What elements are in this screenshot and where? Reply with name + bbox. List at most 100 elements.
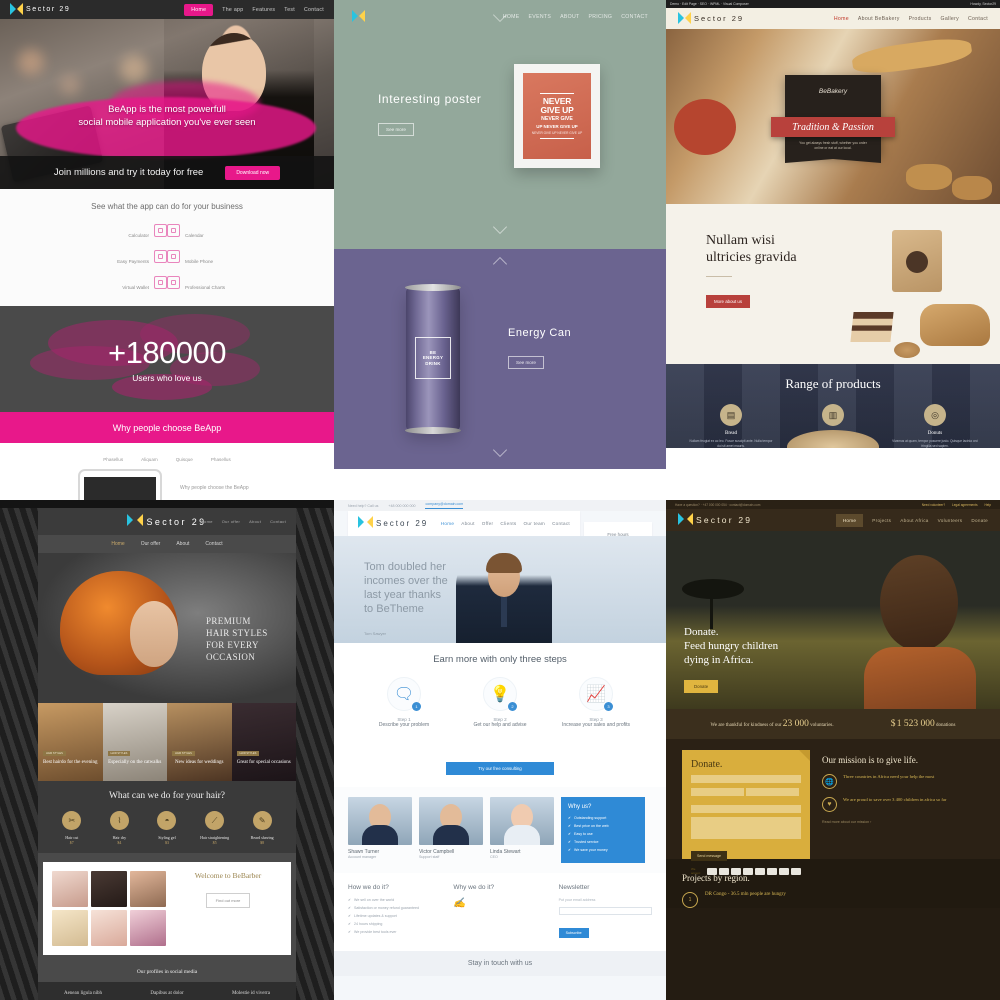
social-bar[interactable]: Our profiles in social media bbox=[38, 962, 296, 982]
nav-item-volunteers[interactable]: Volunteers bbox=[938, 518, 963, 523]
service-hair-dry[interactable]: ⌇ Hair dry $4 bbox=[96, 811, 144, 845]
nav-item-our-team[interactable]: Our team bbox=[524, 521, 546, 526]
more-about-us-button[interactable]: More about us bbox=[706, 295, 751, 308]
chevron-up-icon[interactable] bbox=[492, 256, 508, 272]
bowtie-logo-icon[interactable]: Sector 29 bbox=[10, 3, 70, 16]
see-more-button[interactable]: See more bbox=[378, 123, 414, 136]
nav-item-contact[interactable]: Contact bbox=[552, 521, 570, 526]
nav-item-clients[interactable]: Clients bbox=[500, 521, 516, 526]
feature-mobile-phone[interactable]: Mobile Phone bbox=[167, 250, 319, 268]
tab-phasellus-2[interactable]: Phasellus bbox=[211, 457, 231, 462]
feature-label: Professional Charts bbox=[185, 285, 226, 290]
product-bread[interactable]: ▤ Bread Nullam feugiat ex ac leo. Fusce … bbox=[687, 404, 775, 448]
subscribe-button[interactable]: Subscribe bbox=[558, 928, 589, 938]
nav-item-gallery[interactable]: Gallery bbox=[940, 16, 959, 22]
donate-field-amount[interactable] bbox=[691, 805, 801, 813]
nav-item-contact[interactable]: Contact bbox=[205, 541, 222, 547]
tab-aliquam[interactable]: Aliquam bbox=[141, 457, 158, 462]
bowtie-logo-icon[interactable]: Sector 29 bbox=[358, 516, 428, 531]
gallery-item-1[interactable]: HAIR STYLES Best hairdo for the evening bbox=[38, 703, 103, 781]
nav-item-contact[interactable]: CONTACT bbox=[621, 14, 648, 20]
nav-item-home[interactable]: Home bbox=[835, 513, 864, 527]
feature-virtual-wallet[interactable]: Virtual Wallet bbox=[15, 276, 167, 294]
nav-item-events[interactable]: EVENTS bbox=[529, 14, 552, 20]
tab-quisque[interactable]: Quisque bbox=[176, 457, 193, 462]
donate-field-firstname[interactable] bbox=[691, 788, 744, 796]
donate-button[interactable]: Donate bbox=[684, 680, 719, 693]
bowtie-logo-icon[interactable]: Sector 29 bbox=[678, 512, 752, 528]
template-card-beposter[interactable]: HOME EVENTS ABOUT PRICING CONTACT Intere… bbox=[334, 0, 666, 500]
template-card-beapp[interactable]: Sector 29 Home The app Features Test Con… bbox=[0, 0, 334, 500]
nav-item-contact[interactable]: Contact bbox=[968, 16, 988, 22]
nav-item-test[interactable]: Test bbox=[284, 7, 295, 13]
link-legal-agreements[interactable]: Legal agreements bbox=[952, 503, 978, 507]
team-member-3[interactable]: Linda Stewart CEO bbox=[490, 797, 554, 863]
feature-professional-charts[interactable]: Professional Charts bbox=[167, 276, 319, 294]
service-hair-straightening[interactable]: ⟋ Hair straightening $5 bbox=[191, 811, 239, 845]
mission-read-more-link[interactable]: Read more about our mission › bbox=[822, 820, 986, 824]
nav-item-about[interactable]: ABOUT bbox=[560, 14, 579, 20]
free-consulting-button[interactable]: Try our free consulting bbox=[446, 762, 554, 775]
nav-item-home[interactable]: Home bbox=[834, 16, 849, 22]
nav-item-our-offer[interactable]: Our offer bbox=[141, 541, 161, 547]
step-2[interactable]: 💡 2 Step 2 Get our help and advise bbox=[460, 677, 540, 750]
nav-item-donate[interactable]: Donate bbox=[971, 518, 988, 523]
nav-item-projects[interactable]: Projects bbox=[872, 518, 891, 523]
service-hair-cut[interactable]: ✂ Hair cut $7 bbox=[48, 811, 96, 845]
feature-calculator[interactable]: Calculator bbox=[15, 224, 167, 242]
utility-phone[interactable]: +48 000 000 000 bbox=[388, 504, 415, 508]
template-card-betheme-business[interactable]: Need help? Call us +48 000 000 000 compa… bbox=[334, 500, 666, 1000]
donate-field-lastname[interactable] bbox=[745, 788, 799, 796]
nav-item-about[interactable]: About bbox=[461, 521, 475, 526]
nav-item-offer[interactable]: Offer bbox=[482, 521, 494, 526]
service-beard-shaving[interactable]: ✎ Beard shaving $8 bbox=[238, 811, 286, 845]
template-card-becharity[interactable]: Have a question? · +47 000 000 054 · con… bbox=[666, 500, 1000, 1000]
gallery-item-4[interactable]: HAIR STYLES Great for special occasions bbox=[231, 703, 296, 781]
project-item-1[interactable]: 1 DR Congo - 36.5 mln people are hungry bbox=[682, 892, 1000, 908]
team-member-1[interactable]: Shawn Turner Account manager bbox=[348, 797, 412, 863]
gallery-item-2[interactable]: HAIR STYLES Especially on the catwalks bbox=[102, 703, 167, 781]
visa-icon bbox=[706, 867, 717, 875]
feature-calendar[interactable]: Calendar bbox=[167, 224, 319, 242]
nav-item-pricing[interactable]: PRICING bbox=[588, 14, 612, 20]
nav-item-home[interactable]: Home bbox=[441, 521, 454, 526]
find-out-more-button[interactable]: Find out more bbox=[205, 893, 251, 908]
chevron-down-icon[interactable] bbox=[492, 442, 508, 458]
team-member-2[interactable]: Victor Campbell Support staff bbox=[419, 797, 483, 863]
link-help[interactable]: Help bbox=[984, 503, 991, 507]
template-card-bebakery[interactable]: Demo · Edit Page · SEO · WPML · Visual C… bbox=[666, 0, 1000, 500]
service-styling-gel[interactable]: ◓ Styling gel $3 bbox=[143, 811, 191, 845]
step-1[interactable]: 🗨 1 Step 1 Describe your problem bbox=[364, 677, 444, 750]
step-3[interactable]: 📈 3 Step 3 Increase your sales and profi… bbox=[556, 677, 636, 750]
nav-item-features[interactable]: Features bbox=[252, 7, 275, 13]
link-need-volunteer[interactable]: Need volunteer? bbox=[922, 503, 945, 507]
chevron-down-icon[interactable] bbox=[492, 219, 508, 235]
tab-phasellus-1[interactable]: Phasellus bbox=[103, 457, 123, 462]
nav-item-contact[interactable]: Contact bbox=[304, 7, 324, 13]
topnav-item-about[interactable]: About bbox=[249, 519, 261, 524]
feature-easy-payments[interactable]: Easy Payments bbox=[15, 250, 167, 268]
download-now-button[interactable]: Download now bbox=[225, 165, 281, 180]
nav-item-about-africa[interactable]: About Africa bbox=[900, 518, 928, 523]
donate-field-message[interactable] bbox=[691, 817, 801, 839]
newsletter-email-input[interactable] bbox=[558, 907, 652, 915]
donate-field-email[interactable] bbox=[691, 775, 801, 783]
nav-item-products[interactable]: Products bbox=[909, 16, 932, 22]
nav-item-about-bebakery[interactable]: About BeBakery bbox=[858, 16, 900, 22]
topnav-item-home[interactable]: Home bbox=[201, 519, 213, 524]
gallery-item-3[interactable]: HAIR STYLES New ideas for weddings bbox=[167, 703, 232, 781]
bowtie-logo-icon[interactable]: Sector 29 bbox=[127, 513, 206, 530]
product-donuts[interactable]: ◎ Donuts Vivamus at quam, tempor posuere… bbox=[891, 404, 979, 448]
nav-item-the-app[interactable]: The app bbox=[222, 7, 243, 13]
topnav-item-our-offer[interactable]: Our offer bbox=[222, 519, 240, 524]
nav-item-about[interactable]: About bbox=[176, 541, 189, 547]
see-more-button[interactable]: See more bbox=[508, 356, 544, 369]
utility-email[interactable]: company@domain.com bbox=[425, 502, 464, 509]
bowtie-logo-icon[interactable]: Sector 29 bbox=[678, 12, 744, 25]
template-card-bebarber[interactable]: Sector 29 Home Our offer About Contact H… bbox=[0, 500, 334, 1000]
nav-item-home[interactable]: Home bbox=[184, 3, 214, 16]
send-message-button[interactable]: Send message bbox=[691, 851, 727, 861]
nav-item-home[interactable]: Home bbox=[111, 541, 124, 547]
topnav-item-contact[interactable]: Contact bbox=[270, 519, 286, 524]
bowtie-logo-icon[interactable] bbox=[352, 10, 365, 23]
